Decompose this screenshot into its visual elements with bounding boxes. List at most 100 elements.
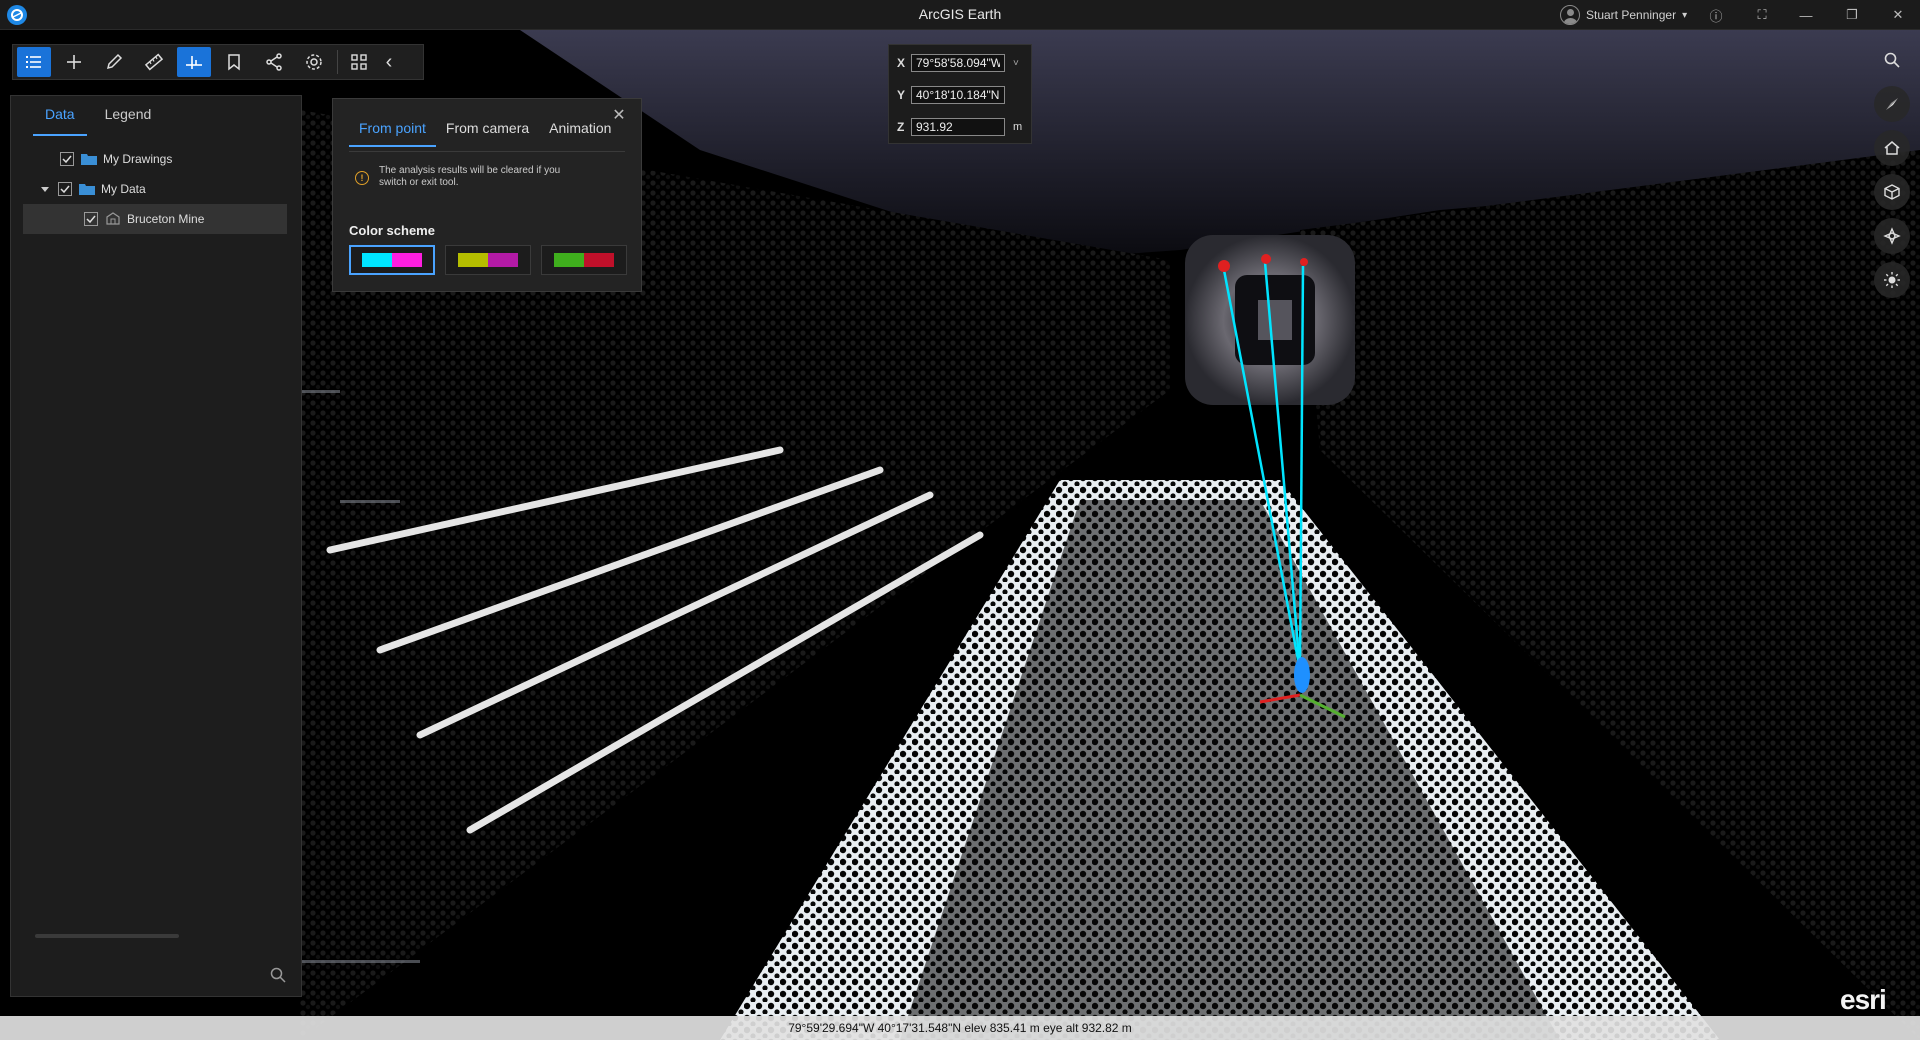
search-button[interactable] [1874, 42, 1910, 78]
check-icon [62, 155, 72, 164]
measure-icon [144, 53, 164, 71]
target-point [1261, 254, 1271, 264]
avatar [1560, 5, 1580, 25]
z-coordinate-row: Z m [897, 117, 1022, 137]
warning-icon: ! [355, 171, 369, 185]
restore-button[interactable]: ❐ [1836, 3, 1868, 27]
home-button[interactable] [1874, 130, 1910, 166]
navigation-rail [1872, 42, 1912, 306]
list-icon [26, 56, 41, 68]
search-icon[interactable] [269, 966, 287, 984]
x-coordinate-input[interactable] [911, 54, 1005, 72]
draw-button[interactable] [97, 47, 131, 77]
color-scheme-options [349, 245, 627, 275]
caret-down-icon[interactable] [38, 182, 52, 196]
bookmark-button[interactable] [217, 47, 251, 77]
app-logo-icon[interactable] [7, 5, 27, 25]
tab-from-camera[interactable]: From camera [436, 117, 539, 147]
color-scheme-option[interactable] [445, 245, 531, 275]
z-label: Z [897, 120, 905, 134]
info-button[interactable]: ⓘ [1700, 3, 1732, 27]
add-icon [67, 55, 81, 69]
layer-tree: My Drawings My Data Bruceton Mine [11, 144, 301, 234]
tab-from-point[interactable]: From point [349, 117, 436, 147]
layer-my-data[interactable]: My Data [11, 174, 301, 204]
analysis-button[interactable] [177, 47, 211, 77]
layer-checkbox[interactable] [58, 182, 72, 196]
analysis-mode-tabs: From point From camera Animation [349, 117, 621, 147]
layer-checkbox[interactable] [60, 152, 74, 166]
navigate-button[interactable] [1874, 218, 1910, 254]
user-menu[interactable]: Stuart Penninger ▾ [1560, 5, 1687, 25]
y-label: Y [897, 88, 906, 102]
layer-bruceton-mine[interactable]: Bruceton Mine [23, 204, 287, 234]
navigate-icon [1883, 227, 1901, 245]
share-button[interactable] [257, 47, 291, 77]
fullscreen-icon: ⛶ [1757, 7, 1767, 22]
z-coordinate-input[interactable] [911, 118, 1005, 136]
y-coordinate-input[interactable] [911, 86, 1005, 104]
warning-text: The analysis results will be cleared if … [379, 165, 561, 188]
check-icon [86, 215, 96, 224]
layer-label: My Data [101, 182, 146, 196]
settings-button[interactable] [297, 47, 331, 77]
bookmark-icon [228, 54, 240, 71]
panel-tabs: Data Legend [11, 96, 301, 136]
sun-icon [1884, 272, 1900, 288]
line-of-sight-panel: ✕ From point From camera Animation ! The… [332, 98, 642, 292]
tab-data[interactable]: Data [33, 96, 87, 136]
cursor-location-readout: 79°59'29.694"W 40°17'31.548"N elev 835.4… [788, 1021, 1132, 1035]
settings-icon [306, 54, 322, 70]
layers-list-button[interactable] [17, 47, 51, 77]
chevron-left-icon: ‹ [385, 50, 393, 73]
layer-checkbox[interactable] [84, 212, 98, 226]
z-unit: m [1013, 121, 1023, 133]
minimize-button[interactable]: — [1790, 3, 1822, 27]
layer-label: My Drawings [103, 152, 173, 166]
esri-logo: esri [1840, 984, 1887, 1015]
chevron-down-icon[interactable]: ˅ [1013, 58, 1019, 69]
tab-animation[interactable]: Animation [539, 117, 621, 147]
folder-icon [79, 184, 95, 195]
check-icon [60, 185, 70, 194]
search-icon [1884, 52, 1900, 68]
layer-label: Bruceton Mine [127, 212, 205, 226]
restore-icon: ❐ [1846, 7, 1858, 22]
user-name: Stuart Penninger [1586, 8, 1677, 22]
analysis-icon [186, 56, 202, 69]
scene-layer-icon [106, 212, 120, 225]
x-label: X [897, 56, 906, 70]
y-coordinate-row: Y [897, 85, 1005, 105]
layer-my-drawings[interactable]: My Drawings [11, 144, 301, 174]
close-window-button[interactable]: ✕ [1882, 3, 1914, 27]
share-icon [266, 53, 282, 71]
obstructed-color [584, 253, 614, 267]
measure-button[interactable] [137, 47, 171, 77]
info-icon: ⓘ [1709, 8, 1723, 24]
add-data-button[interactable] [57, 47, 91, 77]
compass-button[interactable] [1874, 86, 1910, 122]
horizontal-scrollbar[interactable] [35, 934, 179, 938]
divider [349, 151, 625, 152]
tab-legend[interactable]: Legend [87, 96, 170, 136]
toolbar-divider [337, 50, 338, 74]
main-toolbar: ‹ [12, 44, 424, 80]
visible-color [362, 253, 392, 267]
x-coordinate-row: X ˅ [897, 53, 1019, 73]
3d-view-button[interactable] [1874, 174, 1910, 210]
draw-icon [106, 53, 123, 70]
visible-color [458, 253, 488, 267]
3d-view-icon [1884, 184, 1900, 200]
target-point [1300, 258, 1308, 266]
sun-button[interactable] [1874, 262, 1910, 298]
color-scheme-label: Color scheme [349, 223, 435, 238]
color-scheme-option[interactable] [349, 245, 435, 275]
color-scheme-option[interactable] [541, 245, 627, 275]
target-point [1218, 260, 1230, 272]
visible-color [554, 253, 584, 267]
apps-icon [351, 54, 367, 70]
apps-button[interactable] [342, 47, 376, 77]
fullscreen-button[interactable]: ⛶ [1746, 3, 1778, 27]
collapse-toolbar-button[interactable]: ‹ [382, 47, 396, 77]
compass-icon [1886, 98, 1898, 110]
